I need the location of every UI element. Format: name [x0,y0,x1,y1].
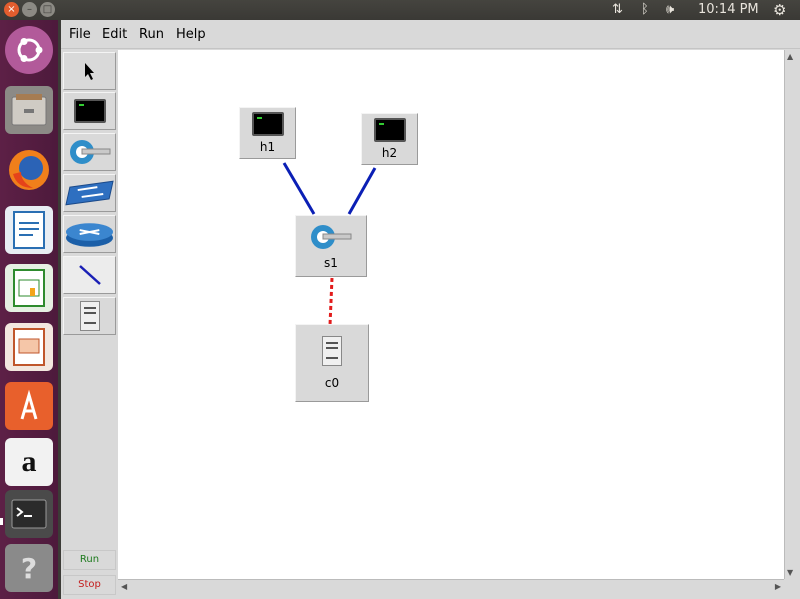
router-icon [65,223,114,247]
stop-button[interactable]: Stop [63,575,116,595]
controller-tool[interactable] [63,297,116,335]
select-tool[interactable] [63,52,116,90]
amazon-icon[interactable]: a [5,438,53,486]
scroll-up-icon[interactable]: ▲ [787,52,793,61]
bluetooth-icon[interactable]: ᛒ [641,0,649,20]
window-maximize-button[interactable]: □ [40,2,55,17]
running-indicator [0,518,3,525]
menu-help[interactable]: Help [176,27,206,42]
network-icon[interactable]: ⇅ [612,0,623,20]
menu-run[interactable]: Run [139,27,164,42]
window-minimize-button[interactable]: – [22,2,37,17]
firefox-icon[interactable] [5,146,53,194]
router-tool[interactable] [63,215,116,253]
scroll-down-icon[interactable]: ▼ [787,568,793,577]
controller-icon [79,301,100,331]
link-icon [78,265,101,285]
controller-node-c0[interactable]: c0 [295,324,369,402]
switch-node-s1[interactable]: s1 [295,215,367,277]
menu-file[interactable]: File [69,27,91,42]
switch-icon [311,225,352,249]
help-icon[interactable]: ? [5,544,53,592]
tool-palette: Run Stop [61,50,118,599]
impress-icon[interactable] [5,323,53,371]
node-label: s1 [324,256,338,270]
terminal-icon[interactable] [5,490,53,538]
host-tool[interactable] [63,92,116,130]
run-button[interactable]: Run [63,550,116,570]
gear-icon[interactable]: ⚙ [773,0,786,20]
legacy-switch-icon [65,180,114,206]
legacy-switch-tool[interactable] [63,174,116,212]
controller-icon [322,336,342,366]
switch-tool[interactable] [63,133,116,171]
scroll-left-icon[interactable]: ◀ [121,582,127,591]
writer-icon[interactable] [5,206,53,254]
node-label: h2 [381,146,398,160]
files-icon[interactable] [5,86,53,134]
host-icon [373,118,406,142]
vertical-scrollbar[interactable]: ▲ ▼ [784,50,796,579]
scroll-right-icon[interactable]: ▶ [775,582,781,591]
clock[interactable]: 10:14 PM [698,0,759,20]
software-center-icon[interactable] [5,382,53,430]
ubuntu-dash-icon[interactable] [5,26,53,74]
host-icon [251,112,284,136]
menu-edit[interactable]: Edit [102,27,127,42]
host-node-h1[interactable]: h1 [239,107,296,159]
node-label: h1 [259,140,276,154]
pointer-icon [84,63,94,80]
top-panel: × – □ ⇅ ᛒ 🕪 10:14 PM ⚙ [0,0,800,20]
window-close-button[interactable]: × [4,2,19,17]
miniedit-window: File Edit Run Help Run Stop h1 h2 s1 c0 … [61,20,800,599]
menubar: File Edit Run Help [61,20,800,49]
launcher: a ? [0,20,58,599]
host-icon [73,99,106,123]
volume-icon[interactable]: 🕪 [666,0,674,20]
links-layer [282,162,377,326]
calc-icon[interactable] [5,264,53,312]
link-h2-s1[interactable] [347,167,377,215]
node-label: c0 [324,376,340,390]
horizontal-scrollbar[interactable]: ◀ ▶ [118,579,784,593]
host-node-h2[interactable]: h2 [361,113,418,165]
topology-canvas[interactable]: h1 h2 s1 c0 [118,50,784,579]
link-tool[interactable] [63,256,116,294]
switch-icon [69,140,110,164]
link-h1-s1[interactable] [282,162,316,215]
